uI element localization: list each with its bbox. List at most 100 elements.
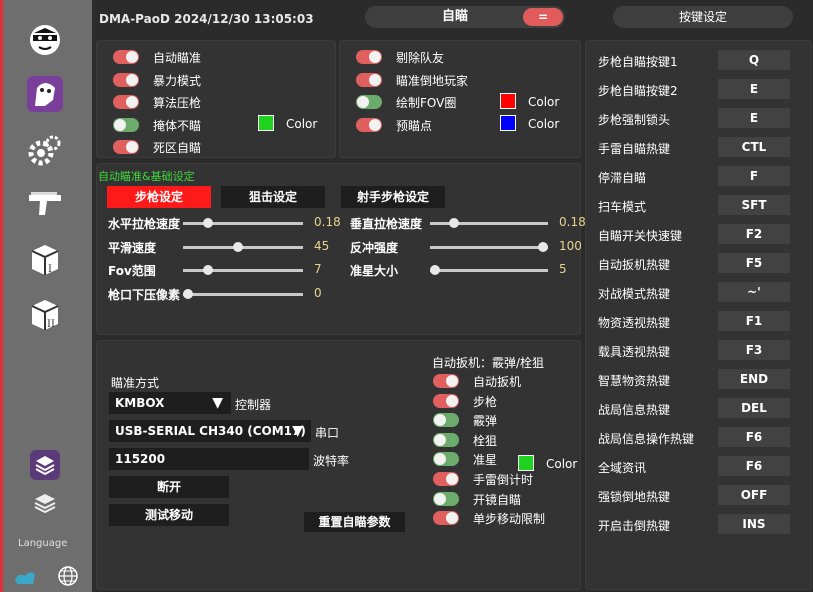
trigger-option-3-toggle[interactable] <box>433 432 459 447</box>
hotkey-key-3[interactable]: CTL <box>718 137 790 157</box>
tab-aim-label: 自瞄 <box>441 9 468 24</box>
slider-left-handle-1[interactable] <box>232 241 243 252</box>
layers-two-icon[interactable] <box>25 484 65 524</box>
trigger-option-0-toggle[interactable] <box>433 374 459 388</box>
hotkey-key-11[interactable]: END <box>718 369 790 389</box>
hotkey-key-16[interactable]: INS <box>718 514 790 534</box>
hotkey-label-7: 自动扳机热键 <box>598 258 671 272</box>
hotkey-key-9[interactable]: F1 <box>718 311 790 331</box>
trigger-option-5-label: 手雷倒计时 <box>473 473 534 487</box>
map-icon[interactable] <box>13 566 37 589</box>
toggle-knob <box>126 73 138 86</box>
disconnect-button[interactable]: 断开 <box>109 476 229 498</box>
serial-port-select-value: USB-SERIAL CH340 (COM17) <box>115 424 306 438</box>
hotkey-label-4: 停滞自瞄 <box>598 171 647 185</box>
filter-option-3-toggle[interactable] <box>356 117 382 132</box>
tab-sniper-settings[interactable]: 狙击设定 <box>221 186 325 208</box>
toggle-knob <box>434 414 446 427</box>
hotkey-key-0[interactable]: Q <box>718 50 790 70</box>
slider-left-handle-3[interactable] <box>183 288 193 299</box>
slider-right-value-1: 100 <box>559 238 582 253</box>
slider-right-track-2 <box>430 269 548 272</box>
visuals-mask-icon[interactable] <box>25 20 65 60</box>
trigger-option-6-toggle[interactable] <box>433 491 459 506</box>
hotkey-key-7[interactable]: F5 <box>718 253 790 273</box>
globe-icon[interactable] <box>58 566 78 589</box>
hotkey-key-2[interactable]: E <box>718 108 790 128</box>
crosshair-color-swatch[interactable] <box>518 455 534 471</box>
aim-option-1-toggle[interactable] <box>113 72 139 87</box>
trigger-option-4-toggle[interactable] <box>433 452 459 467</box>
preaim-color-swatch[interactable] <box>500 115 516 131</box>
tab-rifle-settings[interactable]: 步枪设定 <box>107 186 211 208</box>
language-label: Language <box>18 538 68 549</box>
toggle-knob <box>446 473 458 485</box>
slider-right-track-1 <box>430 245 548 249</box>
hotkey-key-6[interactable]: F2 <box>718 224 790 244</box>
slider-left-track-3 <box>183 292 303 296</box>
hotkey-label-0: 步枪自瞄按键1 <box>598 55 678 69</box>
aim-option-2-label: 算法压枪 <box>153 96 202 110</box>
hotkey-key-15[interactable]: OFF <box>718 485 790 505</box>
weapon-pistol-icon[interactable] <box>25 184 65 224</box>
hotkey-label-9: 物资透视热键 <box>598 316 671 330</box>
window-title: DMA-PaoD 2024/12/30 13:05:03 <box>99 12 314 26</box>
slider-left-value-3: 0 <box>314 285 322 300</box>
layers-one-icon[interactable] <box>25 445 65 485</box>
filter-option-0-label: 剔除队友 <box>396 51 445 65</box>
tab-marksman-settings[interactable]: 射手步枪设定 <box>341 186 445 208</box>
fov-color-swatch[interactable] <box>500 93 516 109</box>
baud-rate-input[interactable]: 115200 <box>109 448 309 470</box>
trigger-option-7-toggle[interactable] <box>433 511 459 526</box>
box-one-icon[interactable]: I <box>25 240 65 280</box>
tab-aim[interactable]: 自瞄 = <box>365 6 565 28</box>
aim-color-swatch[interactable] <box>258 115 274 131</box>
filter-option-0-toggle[interactable] <box>356 50 382 64</box>
trigger-option-2-toggle[interactable] <box>433 413 459 428</box>
aimbot-ghost-icon[interactable] <box>25 74 65 114</box>
trigger-option-0-label: 自动扳机 <box>473 375 522 389</box>
baud-rate-label: 波特率 <box>313 454 350 468</box>
toggle-knob <box>434 453 446 466</box>
filter-option-2-toggle[interactable] <box>356 95 382 109</box>
controller-select[interactable]: KMBOX ▼ <box>109 392 231 414</box>
aim-option-3-label: 掩体不瞄 <box>153 118 202 133</box>
filter-option-1-toggle[interactable] <box>356 72 382 87</box>
aim-option-4-toggle[interactable] <box>113 140 139 154</box>
hotkey-label-11: 智慧物资热键 <box>598 374 671 388</box>
slider-right-label-0: 垂直拉枪速度 <box>350 217 423 231</box>
aim-option-1-label: 暴力模式 <box>153 73 202 88</box>
menu-button[interactable]: = <box>523 8 563 26</box>
aim-option-4-label: 死区自瞄 <box>153 141 202 155</box>
toggle-knob <box>369 51 381 63</box>
hotkey-key-1[interactable]: E <box>718 79 790 99</box>
test-move-button[interactable]: 测试移动 <box>109 504 229 526</box>
hotkey-key-13[interactable]: F6 <box>718 427 790 447</box>
hotkey-key-5[interactable]: SFT <box>718 195 790 215</box>
hotkey-label-10: 载具透视热键 <box>598 345 671 359</box>
filter-option-2-label: 绘制FOV圈 <box>396 96 457 110</box>
toggle-knob <box>357 96 369 108</box>
slider-left-label-3: 枪口下压像素 <box>108 287 181 302</box>
hotkey-key-10[interactable]: F3 <box>718 340 790 360</box>
hotkey-key-8[interactable]: ~' <box>718 282 790 302</box>
settings-gears-icon[interactable] <box>25 130 65 170</box>
hotkey-label-3: 手雷自瞄热键 <box>598 142 671 156</box>
slider-left-label-0: 水平拉枪速度 <box>108 217 181 231</box>
serial-port-select[interactable]: USB-SERIAL CH340 (COM17) ▼ <box>109 420 311 442</box>
slider-left-handle-2[interactable] <box>202 265 213 275</box>
aim-option-0-toggle[interactable] <box>113 50 139 64</box>
reset-aim-params-button[interactable]: 重置自瞄参数 <box>304 512 405 532</box>
slider-left-handle-0[interactable] <box>202 218 213 228</box>
aim-option-3-toggle[interactable] <box>113 117 139 132</box>
slider-right-handle-1[interactable] <box>538 241 548 252</box>
box-two-icon[interactable]: II <box>25 295 65 335</box>
trigger-option-1-toggle[interactable] <box>433 393 459 408</box>
hotkey-key-12[interactable]: DEL <box>718 398 790 418</box>
controller-select-value: KMBOX <box>115 396 165 410</box>
aim-option-2-toggle[interactable] <box>113 95 139 109</box>
hotkey-key-14[interactable]: F6 <box>718 456 790 476</box>
hotkey-key-4[interactable]: F <box>718 166 790 186</box>
slider-right-handle-2[interactable] <box>430 265 440 275</box>
trigger-option-5-toggle[interactable] <box>433 472 459 486</box>
